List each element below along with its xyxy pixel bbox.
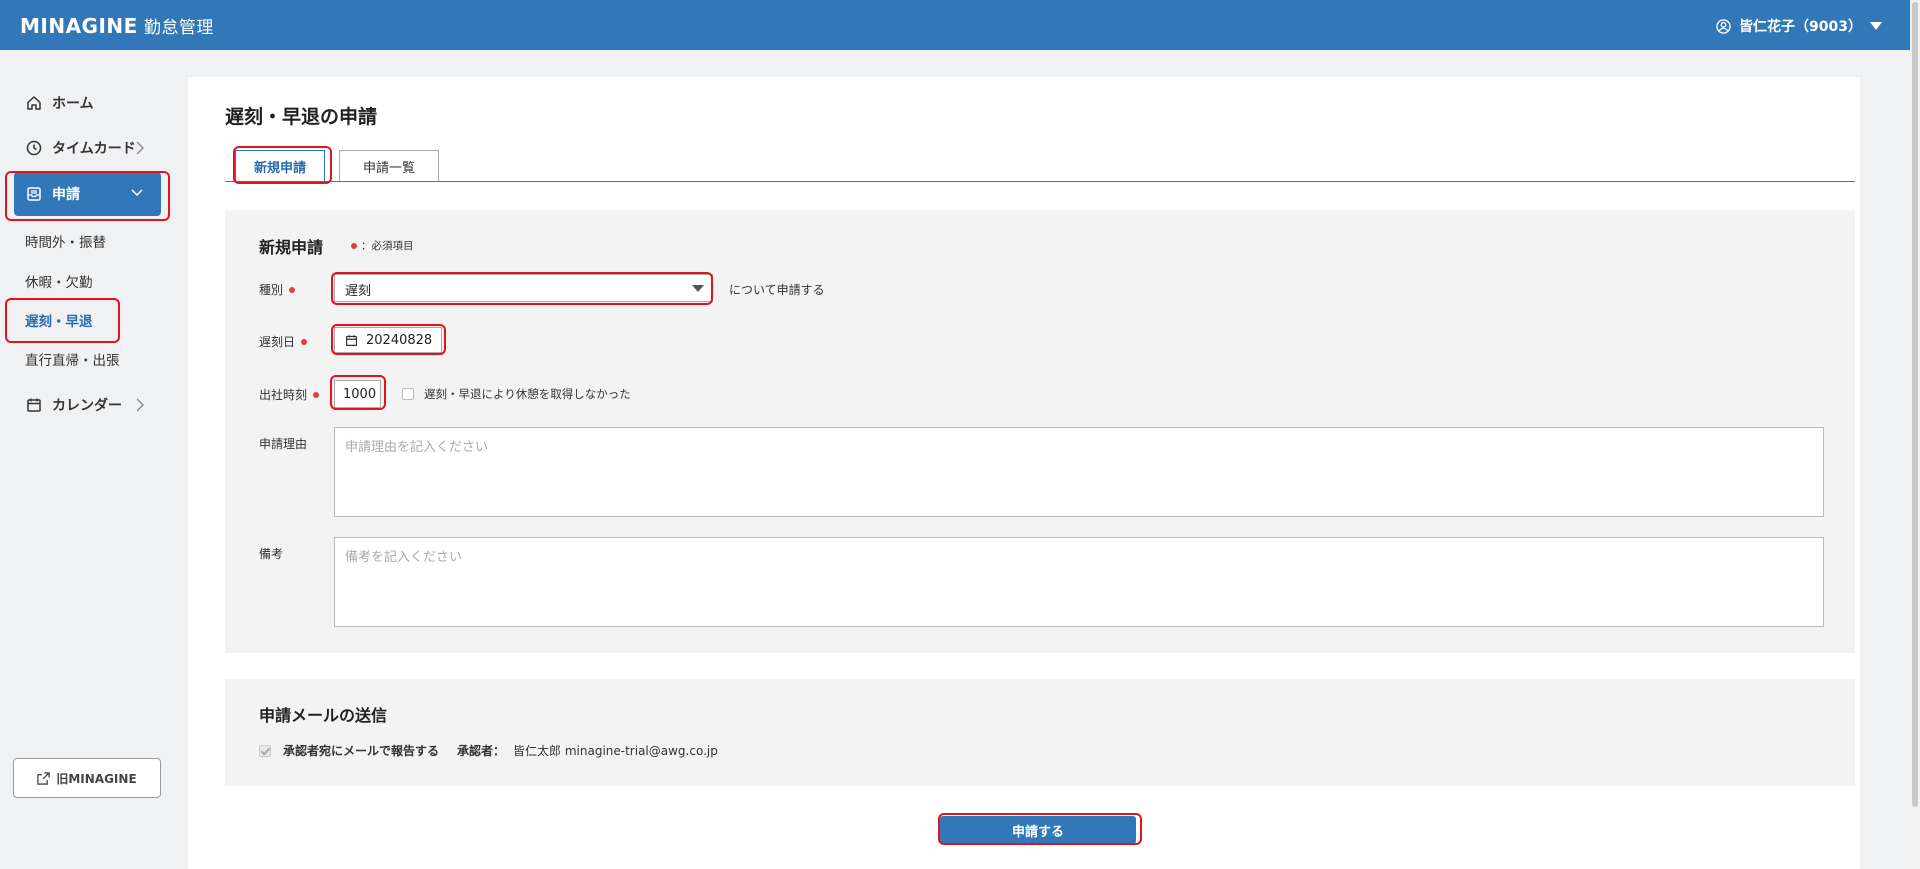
user-menu[interactable]: 皆仁花子（9003） [1716, 16, 1882, 36]
new-request-form: 新規申請 ：必須項目 種別 遅刻 について申請する 遅刻日 20240828 出… [225, 210, 1855, 653]
sidebar-item-label: カレンダー [52, 398, 122, 414]
sidebar-item-label: ホーム [52, 96, 94, 112]
late-date-value: 20240828 [366, 332, 433, 348]
sidebar-item-label: 申請 [52, 187, 80, 203]
sidebar-subitem-leave[interactable]: 休暇・欠勤 [25, 271, 93, 291]
notify-checkbox[interactable] [259, 744, 271, 757]
submit-button[interactable]: 申請する [940, 816, 1136, 844]
memo-label: 備考 [259, 547, 284, 561]
mail-section: 申請メールの送信 承認者宛にメールで報告する 承認者： 皆仁太郎 minagin… [225, 679, 1855, 786]
page-scrollbar[interactable] [1910, 0, 1920, 869]
main-content: 遅刻・早退の申請 新規申請 申請一覧 新規申請 ：必須項目 種別 遅刻 について… [188, 77, 1860, 869]
clock-icon [26, 140, 42, 156]
approver-label: 承認者： [457, 744, 506, 758]
app-logo[interactable]: MINAGINE 勤怠管理 [20, 13, 214, 38]
tab-request-list[interactable]: 申請一覧 [339, 150, 439, 181]
approver-value: 皆仁太郎 minagine-trial@awg.co.jp [513, 744, 718, 758]
memo-textarea[interactable]: 備考を記入ください [334, 537, 1824, 627]
time-label-text: 出社時刻 [259, 388, 308, 402]
required-dot-icon [289, 286, 296, 293]
sidebar-item-timecard[interactable]: タイムカード [14, 126, 162, 170]
required-dot-icon [313, 391, 320, 398]
tab-bar: 新規申請 申請一覧 [225, 150, 1855, 182]
checkbox-box[interactable] [402, 388, 414, 400]
date-label-text: 遅刻日 [259, 335, 296, 349]
time-label: 出社時刻 [259, 386, 320, 403]
page-title: 遅刻・早退の申請 [225, 106, 378, 128]
required-dot-icon [351, 242, 357, 249]
chevron-right-icon [136, 398, 144, 412]
caret-down-icon [1870, 22, 1882, 30]
form-section-title: 新規申請 [259, 238, 324, 257]
dropdown-arrow-icon [692, 285, 704, 292]
mail-notify-row: 承認者宛にメールで報告する 承認者： 皆仁太郎 minagine-trial@a… [259, 742, 718, 759]
reason-textarea[interactable]: 申請理由を記入ください [334, 427, 1824, 517]
mail-section-title: 申請メールの送信 [259, 706, 388, 725]
type-select-value: 遅刻 [345, 284, 372, 299]
user-icon [1716, 18, 1731, 34]
sidebar-subitem-overtime[interactable]: 時間外・振替 [25, 231, 106, 251]
external-link-icon [37, 771, 51, 785]
user-name: 皆仁花子（9003） [1739, 19, 1862, 35]
date-label: 遅刻日 [259, 333, 308, 350]
sidebar-item-calendar[interactable]: カレンダー [14, 383, 162, 427]
type-suffix: について申請する [729, 283, 825, 297]
type-select[interactable]: 遅刻 [334, 274, 713, 302]
required-dot-icon [301, 338, 308, 345]
required-note-text: ：必須項目 [361, 240, 414, 252]
notify-label: 承認者宛にメールで報告する [283, 744, 440, 758]
arrival-time-input[interactable]: 1000 [334, 380, 381, 408]
sidebar-subitem-direct-trip[interactable]: 直行直帰・出張 [25, 349, 120, 369]
sidebar: ホーム タイムカード 申請 時間外・振替 休暇・欠勤 遅刻・早退 直行直帰・出張… [0, 50, 175, 869]
type-label-text: 種別 [259, 283, 284, 297]
no-break-checkbox[interactable]: 遅刻・早退により休憩を取得しなかった [402, 386, 631, 402]
reason-label: 申請理由 [259, 437, 308, 451]
old-minagine-button[interactable]: 旧MINAGINE [13, 758, 161, 798]
calendar-icon [27, 398, 41, 412]
late-date-input[interactable]: 20240828 [334, 327, 442, 353]
sidebar-subitem-late-early[interactable]: 遅刻・早退 [25, 310, 93, 330]
sidebar-item-label: タイムカード [52, 141, 136, 157]
app-header: MINAGINE 勤怠管理 皆仁花子（9003） [0, 0, 1910, 50]
sidebar-item-requests[interactable]: 申請 [14, 172, 161, 216]
chevron-right-icon [136, 141, 144, 155]
home-icon [27, 96, 41, 110]
old-minagine-label: 旧MINAGINE [56, 771, 137, 786]
scrollbar-thumb[interactable] [1912, 2, 1918, 807]
sidebar-item-home[interactable]: ホーム [14, 81, 162, 125]
logo-text: MINAGINE [20, 14, 138, 38]
no-break-label: 遅刻・早退により休憩を取得しなかった [424, 387, 631, 401]
tab-new-request[interactable]: 新規申請 [235, 150, 325, 181]
app-name: 勤怠管理 [143, 18, 214, 38]
inbox-icon [27, 187, 41, 201]
chevron-down-icon [131, 189, 143, 197]
required-note: ：必須項目 [351, 238, 414, 253]
calendar-icon [346, 334, 357, 346]
type-label: 種別 [259, 281, 296, 298]
